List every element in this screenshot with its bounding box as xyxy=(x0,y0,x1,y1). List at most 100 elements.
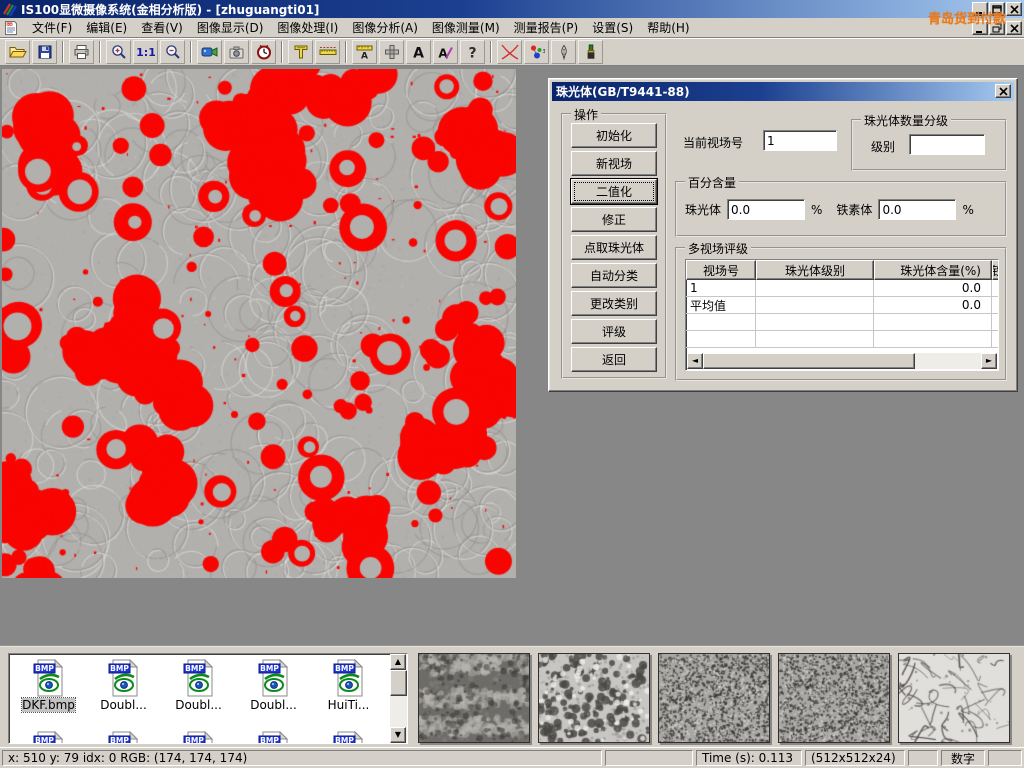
cell-field-no: 1 xyxy=(686,280,756,296)
measure-text-button[interactable]: A xyxy=(352,40,377,64)
pen-button[interactable] xyxy=(551,40,576,64)
table-row-empty xyxy=(686,331,998,348)
menu-item-file[interactable]: 文件(F) xyxy=(25,17,79,38)
thumbnail-image[interactable] xyxy=(418,653,530,743)
current-field-input[interactable] xyxy=(763,130,837,151)
svg-text:BMP: BMP xyxy=(335,664,354,673)
col-header-pearlite-content[interactable]: 珠光体含量(%) xyxy=(874,260,992,280)
text-edit-button[interactable]: A xyxy=(433,40,458,64)
mode-indicator: 数字 xyxy=(941,750,985,766)
file-name[interactable]: Doubl... xyxy=(250,698,297,712)
actual-size-button[interactable]: 1:1 xyxy=(133,40,158,64)
file-name[interactable]: HuiTi... xyxy=(328,698,370,712)
auto-classify-button[interactable]: 自动分类 xyxy=(571,263,657,288)
scroll-down-arrow[interactable]: ▼ xyxy=(390,727,406,743)
thumbnail-image[interactable] xyxy=(898,653,1010,743)
binarize-button[interactable]: 二值化 xyxy=(571,179,657,204)
file-name[interactable]: Doubl... xyxy=(175,698,222,712)
menu-item-image-display[interactable]: 图像显示(D) xyxy=(190,17,271,38)
file-item[interactable]: BMP xyxy=(311,728,386,744)
scrollbar-track[interactable] xyxy=(915,353,981,369)
close-button[interactable] xyxy=(1006,2,1022,16)
percent-group-title: 百分含量 xyxy=(685,174,739,191)
table-row[interactable]: 1 0.0 xyxy=(686,280,998,297)
text-button[interactable]: A xyxy=(406,40,431,64)
menu-item-help[interactable]: 帮助(H) xyxy=(640,17,696,38)
file-browser[interactable]: BMPDKF.bmp BMPDoubl... BMPDoubl... BMPDo… xyxy=(8,653,408,744)
caliper-button[interactable] xyxy=(288,40,313,64)
menu-item-image-process[interactable]: 图像处理(I) xyxy=(270,17,345,38)
classify-points-button[interactable]: 3 xyxy=(524,40,549,64)
pick-pearlite-button[interactable]: 点取珠光体 xyxy=(571,235,657,260)
brush-button[interactable] xyxy=(578,40,603,64)
pearlite-percent-input[interactable] xyxy=(727,199,805,220)
pearlite-label: 珠光体 xyxy=(685,201,721,218)
file-item[interactable]: BMPDoubl... xyxy=(161,656,236,728)
multi-field-table[interactable]: 视场号 珠光体级别 珠光体含量(%) 铁素体含量(%) 1 0.0 平均值 xyxy=(685,259,999,371)
video-camera-button[interactable] xyxy=(197,40,222,64)
col-header-field-no[interactable]: 视场号 xyxy=(686,260,756,280)
current-field-label: 当前视场号 xyxy=(683,134,743,151)
percent-sign: % xyxy=(811,203,822,217)
pattern-grid-button[interactable] xyxy=(379,40,404,64)
curve-tool-button[interactable] xyxy=(497,40,522,64)
file-item[interactable]: BMP xyxy=(11,728,86,744)
menu-item-image-analysis[interactable]: 图像分析(A) xyxy=(345,17,425,38)
zoom-out-button[interactable] xyxy=(160,40,185,64)
thumbnail-image[interactable] xyxy=(658,653,770,743)
dialog-title-bar[interactable]: 珠光体(GB/T9441-88) xyxy=(552,82,1014,101)
grading-group: 珠光体数量分级 级别 xyxy=(851,119,1007,171)
timer-clock-button[interactable] xyxy=(251,40,276,64)
change-class-button[interactable]: 更改类别 xyxy=(571,291,657,316)
operations-group: 操作 初始化 新视场 二值化 修正 点取珠光体 自动分类 更改类别 评级 返回 xyxy=(561,113,667,379)
menu-item-report[interactable]: 测量报告(P) xyxy=(507,17,586,38)
file-item[interactable]: BMP xyxy=(236,728,311,744)
file-item[interactable]: BMPDoubl... xyxy=(86,656,161,728)
thumbnail-image[interactable] xyxy=(778,653,890,743)
file-item[interactable]: BMP HuiTi... xyxy=(311,656,386,728)
scrollbar-thumb[interactable] xyxy=(390,670,407,696)
new-field-button[interactable]: 新视场 xyxy=(571,151,657,176)
dialog-close-button[interactable] xyxy=(995,84,1011,98)
table-row[interactable]: 平均值 0.0 xyxy=(686,297,998,314)
save-button[interactable] xyxy=(32,40,57,64)
table-horizontal-scrollbar[interactable]: ◄ ► xyxy=(687,353,997,369)
table-row-empty xyxy=(686,314,998,331)
ferrite-percent-input[interactable] xyxy=(878,199,956,220)
scrollbar-thumb[interactable] xyxy=(703,353,915,369)
file-item[interactable]: BMPDoubl... xyxy=(236,656,311,728)
document-icon[interactable]: DOC xyxy=(3,20,19,36)
menu-item-settings[interactable]: 设置(S) xyxy=(585,17,640,38)
open-button[interactable] xyxy=(5,40,30,64)
thumbnail-image[interactable] xyxy=(538,653,650,743)
file-name[interactable]: DKF.bmp xyxy=(22,698,75,712)
menu-item-view[interactable]: 查看(V) xyxy=(134,17,190,38)
file-item[interactable]: BMPDKF.bmp xyxy=(11,656,86,728)
file-list-scrollbar[interactable]: ▲ ▼ xyxy=(390,654,407,743)
menu-item-edit[interactable]: 编辑(E) xyxy=(79,17,134,38)
micrograph-binarized-image[interactable] xyxy=(2,69,516,578)
scroll-right-arrow[interactable]: ► xyxy=(981,353,997,369)
initialize-button[interactable]: 初始化 xyxy=(571,123,657,148)
correct-button[interactable]: 修正 xyxy=(571,207,657,232)
help-button[interactable]: ? xyxy=(460,40,485,64)
scroll-left-arrow[interactable]: ◄ xyxy=(687,353,703,369)
print-button[interactable] xyxy=(69,40,94,64)
scrollbar-track[interactable] xyxy=(390,696,407,727)
ferrite-label: 铁素体 xyxy=(836,201,872,218)
return-button[interactable]: 返回 xyxy=(571,347,657,372)
file-item[interactable]: BMP xyxy=(161,728,236,744)
level-input[interactable] xyxy=(909,134,985,155)
col-header-ferrite-content[interactable]: 铁素体含量(%) xyxy=(992,260,999,280)
col-header-pearlite-grade[interactable]: 珠光体级别 xyxy=(756,260,874,280)
menu-item-image-measure[interactable]: 图像测量(M) xyxy=(425,17,507,38)
snapshot-camera-button[interactable] xyxy=(224,40,249,64)
scroll-up-arrow[interactable]: ▲ xyxy=(390,654,406,670)
mdi-workspace: 珠光体(GB/T9441-88) 操作 初始化 新视场 二值化 修正 点取珠光体… xyxy=(0,66,1024,645)
child-close-button[interactable] xyxy=(1006,21,1022,35)
ruler-button[interactable] xyxy=(315,40,340,64)
file-item[interactable]: BMP xyxy=(86,728,161,744)
grade-button[interactable]: 评级 xyxy=(571,319,657,344)
zoom-in-button[interactable] xyxy=(106,40,131,64)
file-name[interactable]: Doubl... xyxy=(100,698,147,712)
